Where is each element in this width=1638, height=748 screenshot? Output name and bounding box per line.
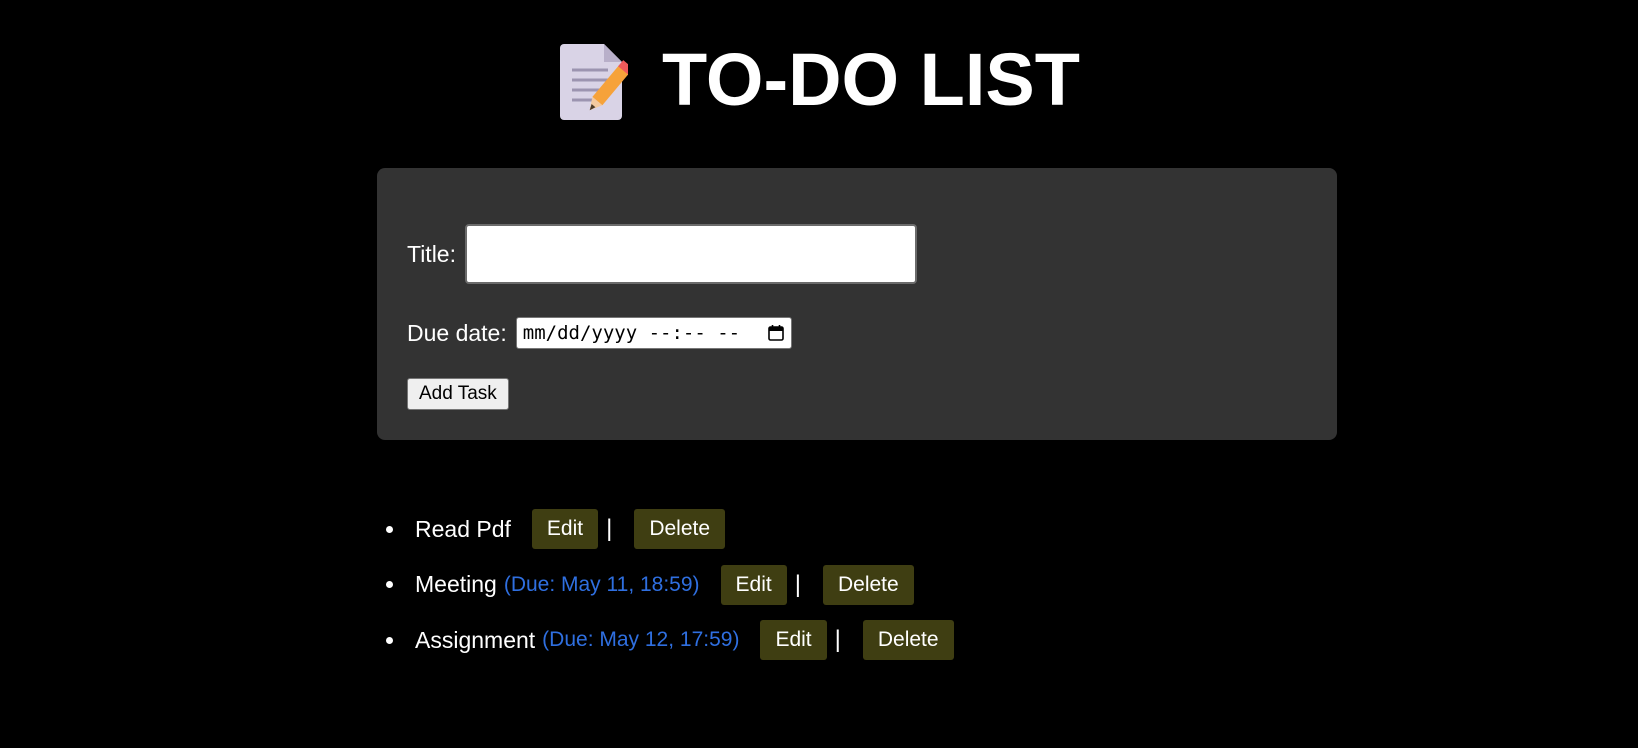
title-input[interactable]	[465, 224, 917, 284]
due-date-placeholder: mm/dd/yyyy --:-- --	[522, 322, 741, 344]
list-item: Meeting (Due: May 11, 18:59) Edit | Dele…	[377, 564, 954, 605]
bullet-icon	[386, 525, 393, 533]
list-item: Assignment (Due: May 12, 17:59) Edit | D…	[377, 620, 954, 660]
list-item: Read Pdf Edit | Delete	[377, 509, 954, 549]
bullet-icon	[386, 581, 393, 588]
task-title: Read Pdf	[415, 515, 511, 542]
task-list: Read Pdf Edit | Delete Meeting (Due: May…	[377, 509, 954, 676]
task-due-date: (Due: May 11, 18:59)	[503, 572, 700, 596]
task-title: Meeting	[415, 571, 497, 597]
separator: |	[834, 626, 841, 653]
edit-button[interactable]: Edit	[531, 509, 599, 549]
due-date-row: Due date: mm/dd/yyyy --:-- --	[407, 317, 792, 349]
due-date-input[interactable]: mm/dd/yyyy --:-- --	[515, 317, 792, 349]
task-title: Assignment	[415, 626, 536, 653]
delete-button[interactable]: Delete	[634, 509, 726, 549]
calendar-icon[interactable]	[767, 324, 785, 342]
delete-button[interactable]: Delete	[862, 620, 954, 660]
title-label: Title:	[407, 240, 456, 267]
page: TO-DO LIST Title: Due date: mm/dd/yyyy -…	[0, 0, 1638, 748]
separator: |	[606, 515, 613, 542]
page-title: TO-DO LIST	[662, 38, 1080, 121]
edit-button[interactable]: Edit	[760, 620, 827, 660]
delete-button[interactable]: Delete	[822, 564, 914, 605]
add-task-button[interactable]: Add Task	[407, 378, 509, 410]
title-row: Title:	[407, 224, 917, 284]
task-form: Title: Due date: mm/dd/yyyy --:-- -- Add…	[377, 168, 1337, 440]
edit-button[interactable]: Edit	[720, 564, 787, 605]
due-date-label: Due date:	[407, 319, 507, 346]
task-due-date: (Due: May 12, 17:59)	[542, 628, 740, 651]
bullet-icon	[386, 636, 393, 644]
page-header: TO-DO LIST	[0, 36, 1638, 124]
memo-icon	[560, 44, 629, 120]
separator: |	[794, 570, 801, 598]
